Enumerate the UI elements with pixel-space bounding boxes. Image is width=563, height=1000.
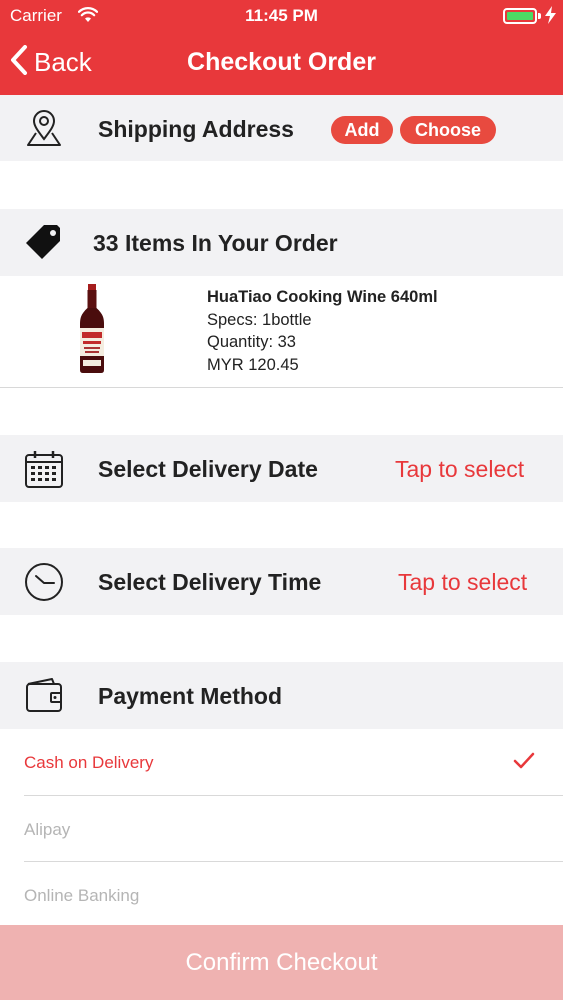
order-section: 33 Items In Your Order [0,209,563,276]
bolt-icon [545,6,556,29]
delivery-date-title: Select Delivery Date [98,456,318,482]
product-info: HuaTiao Cooking Wine 640ml Specs: 1bottl… [207,286,438,376]
payment-option-cash-on-delivery[interactable]: Cash on Delivery [0,729,563,795]
clock-time: 11:45 PM [245,6,318,25]
delivery-date-section[interactable]: Select Delivery Date Tap to select [0,435,563,502]
battery-icon [503,8,537,24]
delivery-date-tap-to-select[interactable]: Tap to select [395,456,524,483]
order-items-title: 33 Items In Your Order [93,230,338,256]
checkmark-icon [513,751,535,776]
choose-address-button[interactable]: Choose [400,116,496,144]
delivery-time-section[interactable]: Select Delivery Time Tap to select [0,548,563,615]
page-title: Checkout Order [187,48,376,76]
price-tag-icon [24,223,64,266]
payment-option-label: Alipay [24,820,71,839]
payment-method-title: Payment Method [98,683,283,709]
calendar-icon [24,449,64,494]
order-item-row: HuaTiao Cooking Wine 640ml Specs: 1bottl… [0,276,563,388]
add-address-button[interactable]: Add [331,116,393,144]
payment-option-alipay[interactable]: Alipay [0,796,563,862]
product-specs: Specs: 1bottle [207,310,312,329]
clock-icon [24,562,64,607]
battery-tip [538,13,541,19]
location-pin-icon [24,109,64,152]
delivery-time-title: Select Delivery Time [98,569,322,595]
product-quantity: Quantity: 33 [207,333,296,351]
product-price: MYR 120.45 [207,355,299,374]
payment-option-label: Online Banking [24,886,140,905]
shipping-address-title: Shipping Address [98,116,294,142]
shipping-address-section: Shipping Address Add Choose [0,95,563,161]
payment-method-section: Payment Method [0,662,563,729]
payment-option-online-banking[interactable]: Online Banking [0,862,563,928]
payment-option-label: Cash on Delivery [24,753,154,772]
delivery-time-tap-to-select[interactable]: Tap to select [398,569,527,596]
confirm-checkout-button[interactable]: Confirm Checkout [0,925,563,1000]
product-name: HuaTiao Cooking Wine 640ml [207,288,438,306]
nav-bar: Back Checkout Order [0,32,563,95]
wallet-icon [24,676,64,719]
status-bar: Carrier 11:45 PM [0,0,563,32]
product-image [74,284,110,379]
